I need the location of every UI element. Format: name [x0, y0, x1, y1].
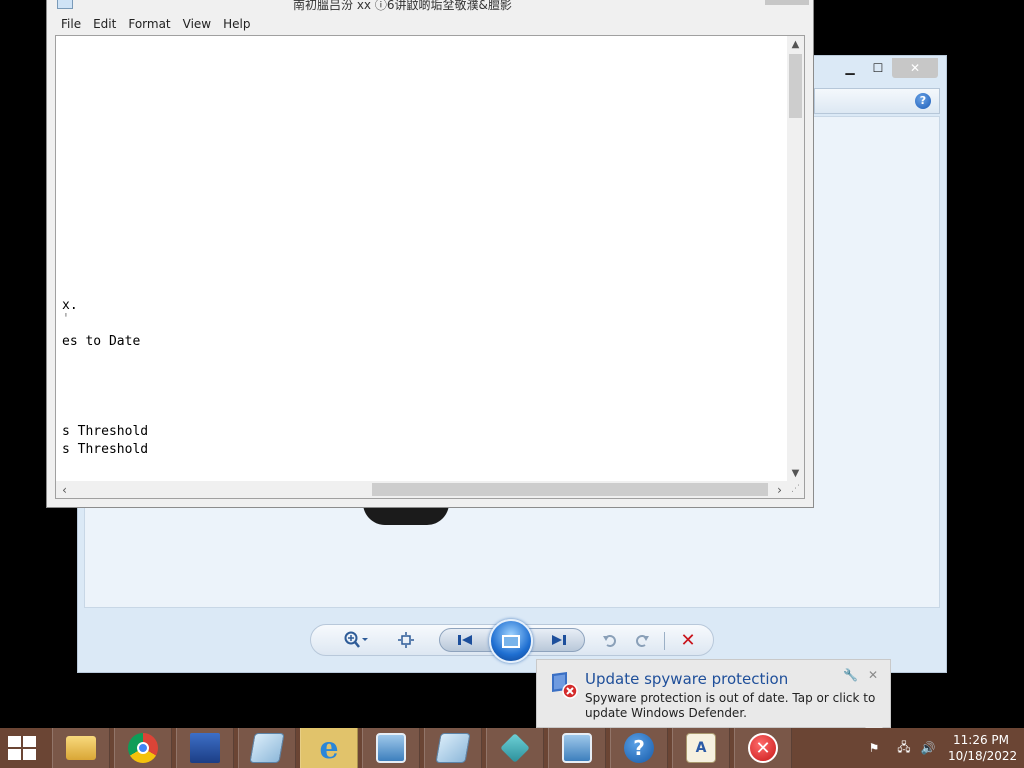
text-editor[interactable]: x. ' es to Date s Threshold s Threshold … — [55, 35, 805, 499]
text-content[interactable]: x. ' es to Date s Threshold s Threshold — [62, 36, 782, 476]
volume-icon[interactable]: 🔊 — [920, 740, 936, 756]
taskbar: e ? A ✕ ⚑ 🖧 🔊 11:26 PM 10/18/2022 — [0, 728, 1024, 768]
notification-body[interactable]: Spyware protection is out of date. Tap o… — [585, 691, 885, 721]
notepad-icon — [249, 733, 285, 763]
taskbar-photo-viewer[interactable] — [362, 728, 420, 768]
scroll-thumb[interactable] — [372, 483, 768, 496]
taskbar-notepad[interactable] — [238, 728, 296, 768]
system-tray: ⚑ 🖧 🔊 — [866, 728, 936, 768]
menu-edit[interactable]: Edit — [87, 15, 122, 35]
error-icon: ✕ — [748, 733, 778, 763]
horizontal-scrollbar[interactable]: ‹ › — [56, 481, 788, 498]
help-icon[interactable]: ? — [915, 93, 931, 109]
zoom-icon — [344, 631, 368, 648]
controls-divider — [664, 632, 665, 650]
ie-icon: e — [319, 730, 339, 766]
clock-time: 11:26 PM — [953, 733, 1009, 747]
notepad-icon — [57, 0, 73, 9]
text-line: ' — [62, 312, 70, 327]
menu-view[interactable]: View — [177, 15, 217, 35]
photo-icon — [562, 733, 592, 763]
viewer-controls: ✕ — [310, 619, 714, 663]
chrome-icon — [128, 733, 158, 763]
cubes-icon — [500, 733, 530, 763]
next-icon — [552, 635, 566, 645]
text-line: s Threshold — [62, 442, 149, 457]
delete-button[interactable]: ✕ — [677, 629, 699, 651]
rotate-left-icon — [603, 635, 616, 647]
notification-title[interactable]: Update spyware protection — [585, 670, 788, 688]
slideshow-icon — [502, 634, 520, 648]
clock[interactable]: 11:26 PM 10/18/2022 — [948, 732, 1018, 764]
previous-icon — [458, 635, 472, 645]
clock-date: 10/18/2022 — [948, 749, 1018, 763]
rotate-right-icon — [636, 635, 649, 647]
help-icon: ? — [624, 733, 654, 763]
folder-icon — [66, 736, 96, 760]
rotate-clockwise-button[interactable] — [631, 630, 653, 650]
notepad-titlebar[interactable]: 南初膃吕汾 xx ⓘ6讲鼤啲垢坌敬濮&膻影 — [47, 0, 813, 13]
scroll-up-icon[interactable]: ▲ — [787, 36, 804, 53]
taskbar-help-support[interactable]: ? — [610, 728, 668, 768]
menu-bar: File Edit Format View Help — [55, 15, 256, 35]
close-button[interactable]: ✕ — [892, 58, 938, 78]
notepad-icon — [435, 733, 471, 763]
taskbar-wordpad[interactable]: A — [672, 728, 730, 768]
document-icon: A — [686, 733, 716, 763]
window-title: 南初膃吕汾 xx ⓘ6讲鼤啲垢坌敬濮&膻影 — [293, 0, 512, 12]
text-line: x. — [62, 298, 78, 313]
action-center-flag-icon[interactable]: ⚑ — [866, 740, 882, 756]
delete-icon: ✕ — [680, 629, 696, 651]
taskbar-file-explorer[interactable] — [52, 728, 110, 768]
menu-file[interactable]: File — [55, 15, 87, 35]
previous-button[interactable] — [454, 631, 476, 649]
taskbar-notepad-2[interactable] — [424, 728, 482, 768]
scroll-left-icon[interactable]: ‹ — [56, 481, 73, 498]
notepad-window: 南初膃吕汾 xx ⓘ6讲鼤啲垢坌敬濮&膻影 File Edit Format V… — [46, 0, 814, 508]
start-button[interactable] — [8, 736, 38, 760]
taskbar-chrome[interactable] — [114, 728, 172, 768]
zoom-button[interactable] — [339, 630, 373, 650]
next-button[interactable] — [548, 631, 570, 649]
defender-notification[interactable]: Update spyware protection Spyware protec… — [536, 659, 891, 736]
installer-icon — [190, 733, 220, 763]
defender-warning-icon — [549, 670, 579, 700]
viewer-caption-buttons: ▁ ☐ ✕ — [836, 58, 938, 78]
taskbar-installer[interactable] — [176, 728, 234, 768]
text-line: es to Date — [62, 334, 141, 349]
close-icon[interactable]: ✕ — [868, 668, 878, 682]
notification-tools: 🔧 ✕ — [843, 668, 878, 682]
network-icon[interactable]: 🖧 — [896, 740, 912, 756]
vertical-scrollbar[interactable]: ▲ ▼ — [787, 36, 804, 482]
taskbar-internet-explorer[interactable]: e — [300, 728, 358, 768]
actual-size-button[interactable] — [395, 630, 417, 650]
scroll-down-icon[interactable]: ▼ — [787, 465, 804, 482]
taskbar-error-app[interactable]: ✕ — [734, 728, 792, 768]
scroll-right-icon[interactable]: › — [771, 481, 788, 498]
rotate-counterclockwise-button[interactable] — [599, 630, 621, 650]
close-button[interactable] — [765, 0, 809, 5]
minimize-button[interactable]: ▁ — [836, 58, 864, 78]
viewer-command-bar: ? — [814, 88, 940, 114]
photo-icon — [376, 733, 406, 763]
text-line: s Threshold — [62, 424, 149, 439]
scroll-thumb[interactable] — [789, 54, 802, 118]
settings-wrench-icon[interactable]: 🔧 — [843, 668, 858, 682]
fit-window-icon — [398, 632, 414, 648]
windows-logo-icon — [8, 736, 21, 747]
taskbar-photo-viewer-2[interactable] — [548, 728, 606, 768]
slideshow-button[interactable] — [489, 619, 533, 663]
resize-grip-icon[interactable]: ⋰ — [787, 481, 804, 498]
taskbar-app-cubes[interactable] — [486, 728, 544, 768]
maximize-button[interactable]: ☐ — [864, 58, 892, 78]
menu-help[interactable]: Help — [217, 15, 256, 35]
menu-format[interactable]: Format — [122, 15, 176, 35]
